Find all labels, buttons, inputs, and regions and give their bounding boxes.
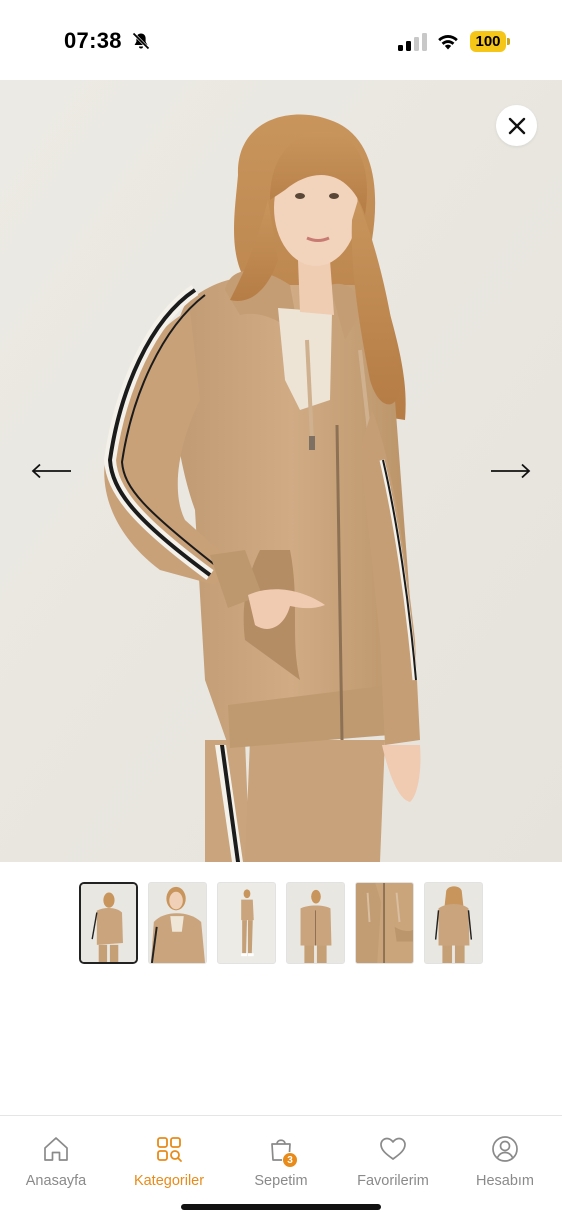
heart-icon — [380, 1137, 406, 1160]
thumbnail-6[interactable] — [424, 882, 483, 964]
arrow-right-icon — [491, 463, 531, 479]
previous-image-button[interactable] — [30, 456, 74, 486]
tab-categories-label: Kategoriler — [133, 1173, 205, 1189]
product-image-viewer[interactable] — [0, 80, 562, 862]
tab-home[interactable]: Anasayfa — [1, 1134, 111, 1189]
categories-icon — [157, 1137, 182, 1162]
tab-account-label: Hesabım — [475, 1173, 535, 1189]
thumbnail-2[interactable] — [148, 882, 207, 964]
battery-icon: 100 — [470, 31, 510, 52]
battery-level: 100 — [470, 31, 506, 52]
close-button[interactable] — [496, 105, 537, 146]
bell-slash-icon — [132, 32, 150, 50]
tab-categories[interactable]: Kategoriler — [114, 1134, 224, 1189]
thumbnail-image — [81, 884, 136, 962]
tab-cart[interactable]: 3 Sepetim — [226, 1134, 336, 1189]
thumbnail-image — [425, 883, 482, 963]
thumbnail-image — [287, 883, 344, 963]
tab-account[interactable]: Hesabım — [450, 1134, 560, 1189]
tab-home-label: Anasayfa — [25, 1173, 87, 1189]
home-icon — [44, 1137, 68, 1161]
home-indicator[interactable] — [181, 1204, 381, 1210]
tab-cart-label: Sepetim — [254, 1173, 308, 1189]
thumbnail-4[interactable] — [286, 882, 345, 964]
tab-favorites[interactable]: Favorilerim — [338, 1134, 448, 1189]
thumbnail-image — [218, 883, 275, 963]
thumbnail-image — [356, 883, 413, 963]
signal-icon — [398, 33, 427, 51]
next-image-button[interactable] — [488, 456, 532, 486]
wifi-icon — [438, 35, 458, 50]
thumbnail-1[interactable] — [79, 882, 138, 964]
thumbnail-3[interactable] — [217, 882, 276, 964]
status-bar: 07:38 100 — [0, 0, 562, 80]
product-photo — [0, 80, 562, 862]
cart-badge: 3 — [282, 1152, 298, 1168]
close-icon — [508, 117, 525, 134]
thumbnail-5[interactable] — [355, 882, 414, 964]
thumbnail-strip — [79, 882, 483, 964]
thumbnail-image — [149, 883, 206, 963]
tab-favorites-label: Favorilerim — [357, 1173, 429, 1189]
status-time: 07:38 — [64, 28, 122, 53]
arrow-left-icon — [31, 463, 71, 479]
account-icon — [492, 1136, 518, 1162]
